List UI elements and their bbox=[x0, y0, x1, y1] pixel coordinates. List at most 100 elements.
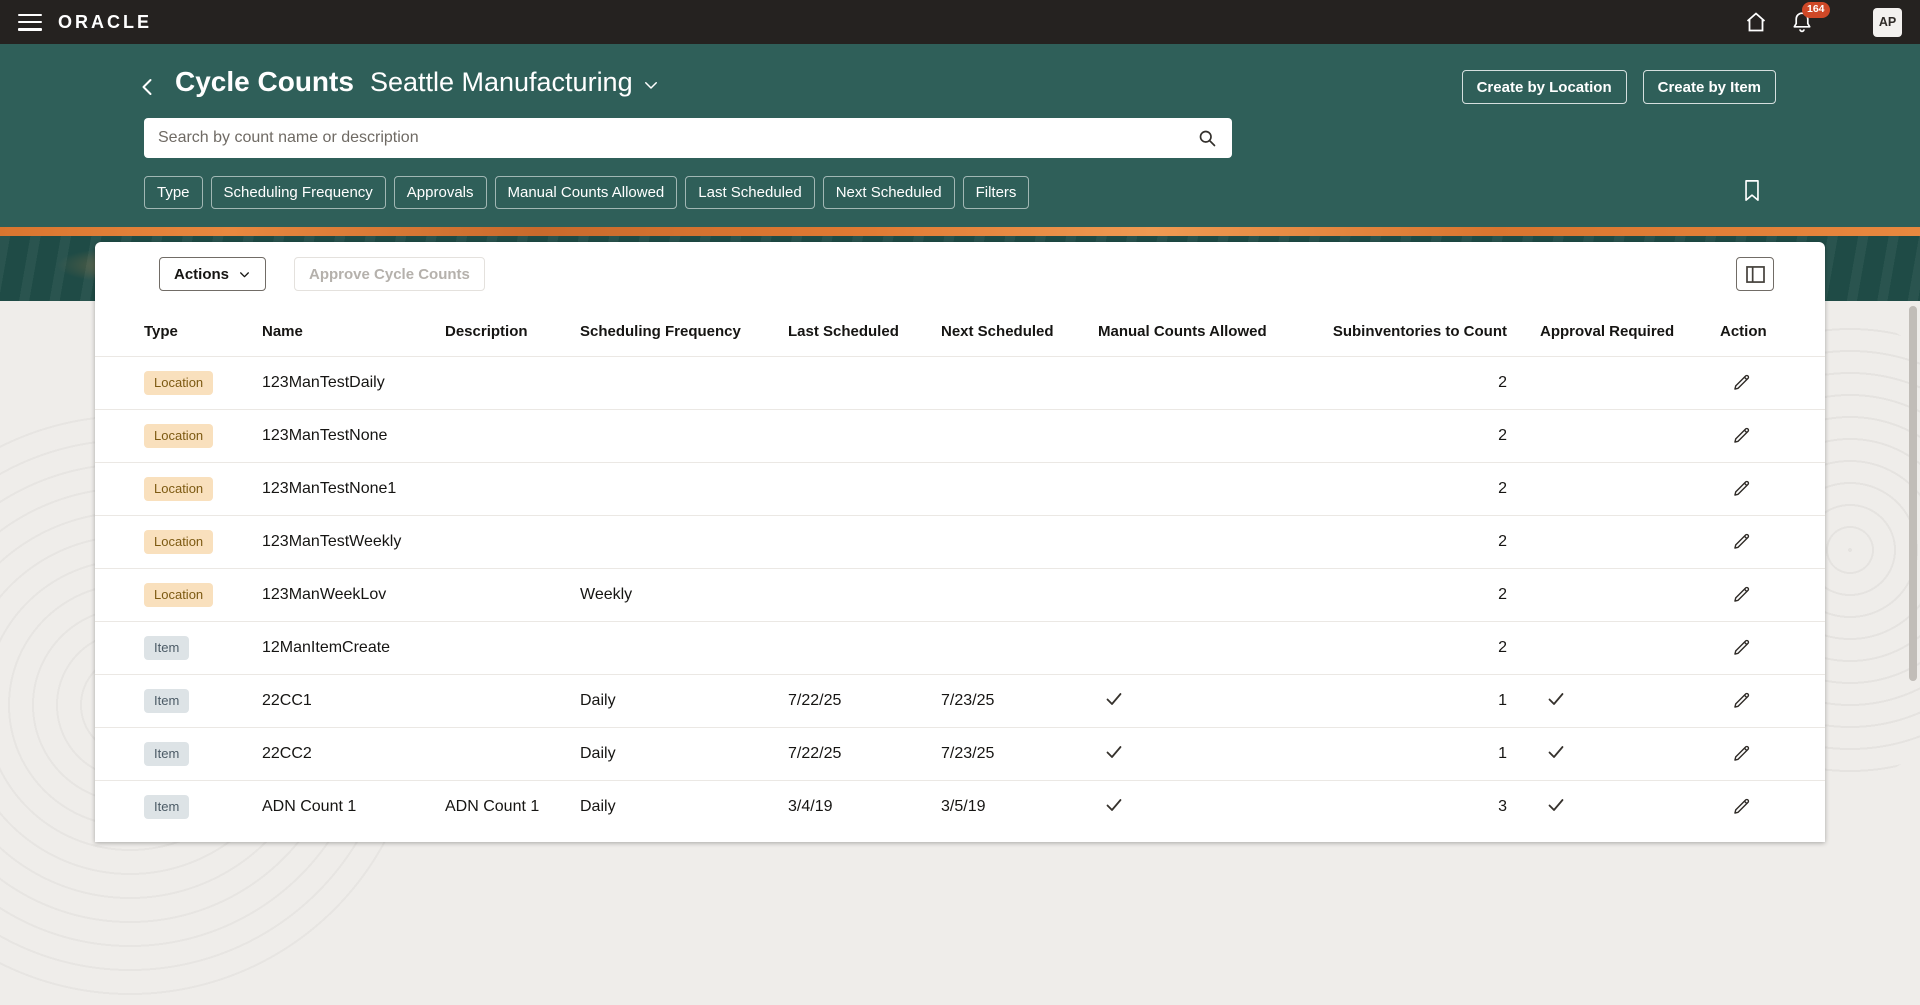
column-header-type[interactable]: Type bbox=[144, 323, 262, 340]
edit-pencil-icon[interactable] bbox=[1728, 687, 1755, 714]
column-header-manual-counts-allowed[interactable]: Manual Counts Allowed bbox=[1098, 323, 1327, 340]
create-by-location-button[interactable]: Create by Location bbox=[1462, 70, 1627, 104]
menu-icon[interactable] bbox=[18, 14, 42, 31]
approval-cell bbox=[1540, 480, 1720, 499]
last-scheduled: 7/22/25 bbox=[788, 692, 941, 710]
type-cell: Item bbox=[144, 636, 262, 660]
edit-pencil-icon[interactable] bbox=[1728, 528, 1755, 555]
edit-pencil-icon[interactable] bbox=[1728, 793, 1755, 820]
table-row[interactable]: Location 123ManTestNone1 2 bbox=[95, 462, 1825, 515]
table-row[interactable]: Location 123ManTestDaily 2 bbox=[95, 356, 1825, 409]
avatar[interactable]: AP bbox=[1873, 8, 1902, 37]
subinventories-count: 2 bbox=[1327, 639, 1540, 657]
edit-pencil-icon[interactable] bbox=[1728, 740, 1755, 767]
table-row[interactable]: Item 12ManItemCreate 2 bbox=[95, 621, 1825, 674]
edit-pencil-icon[interactable] bbox=[1728, 581, 1755, 608]
edit-pencil-icon[interactable] bbox=[1728, 634, 1755, 661]
approval-cell bbox=[1540, 374, 1720, 393]
column-header-last-scheduled[interactable]: Last Scheduled bbox=[788, 323, 941, 340]
action-cell bbox=[1720, 634, 1815, 663]
app-header: ORACLE 164 AP bbox=[0, 0, 1920, 44]
edit-pencil-icon[interactable] bbox=[1728, 422, 1755, 449]
approval-cell bbox=[1540, 533, 1720, 552]
column-header-scheduling-frequency[interactable]: Scheduling Frequency bbox=[580, 323, 788, 340]
approval-cell bbox=[1540, 586, 1720, 605]
filter-chip-filters[interactable]: Filters bbox=[963, 176, 1030, 209]
approve-cycle-counts-button[interactable]: Approve Cycle Counts bbox=[294, 257, 485, 291]
manual-counts-cell bbox=[1098, 586, 1327, 605]
action-cell bbox=[1720, 528, 1815, 557]
column-header-approval-required[interactable]: Approval Required bbox=[1540, 323, 1720, 340]
manage-columns-icon[interactable] bbox=[1736, 257, 1774, 291]
org-context-label: Seattle Manufacturing bbox=[370, 67, 633, 98]
results-panel: Actions Approve Cycle Counts TypeNameDes… bbox=[95, 242, 1825, 842]
filter-chip-next-scheduled[interactable]: Next Scheduled bbox=[823, 176, 955, 209]
table-row[interactable]: Item 22CC1 Daily 7/22/25 7/23/25 1 bbox=[95, 674, 1825, 727]
subinventories-count: 2 bbox=[1327, 533, 1540, 551]
header-buttons: Create by Location Create by Item bbox=[1462, 70, 1776, 104]
manual-counts-check bbox=[1106, 692, 1122, 706]
manual-counts-check bbox=[1106, 798, 1122, 812]
column-header-name[interactable]: Name bbox=[262, 323, 445, 340]
type-cell: Location bbox=[144, 424, 262, 448]
filter-chip-approvals[interactable]: Approvals bbox=[394, 176, 487, 209]
manual-counts-cell bbox=[1098, 639, 1327, 658]
chevron-down-icon bbox=[238, 268, 251, 281]
table-row[interactable]: Item 22CC2 Daily 7/22/25 7/23/25 1 bbox=[95, 727, 1825, 780]
type-badge: Location bbox=[144, 371, 213, 395]
edit-pencil-icon[interactable] bbox=[1728, 475, 1755, 502]
manual-counts-cell bbox=[1098, 427, 1327, 446]
table-row[interactable]: Location 123ManWeekLov Weekly 2 bbox=[95, 568, 1825, 621]
type-badge: Location bbox=[144, 424, 213, 448]
bookmark-icon[interactable] bbox=[1741, 178, 1765, 204]
count-description: ADN Count 1 bbox=[445, 798, 580, 816]
filter-chip-type[interactable]: Type bbox=[144, 176, 203, 209]
table-toolbar: Actions Approve Cycle Counts bbox=[95, 242, 1825, 291]
column-header-action[interactable]: Action bbox=[1720, 323, 1815, 340]
notifications-bell-icon[interactable]: 164 bbox=[1787, 7, 1817, 37]
manual-counts-cell bbox=[1098, 533, 1327, 552]
edit-pencil-icon[interactable] bbox=[1728, 369, 1755, 396]
approval-check bbox=[1548, 798, 1564, 812]
manual-counts-cell bbox=[1098, 374, 1327, 393]
search-icon[interactable] bbox=[1197, 128, 1217, 148]
back-button[interactable] bbox=[134, 74, 162, 102]
column-header-subinventories-to-count[interactable]: Subinventories to Count bbox=[1327, 323, 1540, 340]
column-header-description[interactable]: Description bbox=[445, 323, 580, 340]
create-by-item-button[interactable]: Create by Item bbox=[1643, 70, 1776, 104]
search-input[interactable] bbox=[144, 118, 1232, 158]
approval-cell bbox=[1540, 798, 1720, 817]
org-context-switcher[interactable]: Seattle Manufacturing bbox=[370, 67, 660, 98]
column-header-next-scheduled[interactable]: Next Scheduled bbox=[941, 323, 1098, 340]
table-row[interactable]: Location 123ManTestNone 2 bbox=[95, 409, 1825, 462]
approval-cell bbox=[1540, 427, 1720, 446]
page-header: Cycle Counts Seattle Manufacturing Creat… bbox=[0, 44, 1920, 227]
next-scheduled: 7/23/25 bbox=[941, 745, 1098, 763]
type-badge: Location bbox=[144, 530, 213, 554]
table-header-row: TypeNameDescriptionScheduling FrequencyL… bbox=[95, 306, 1825, 356]
count-name: 22CC2 bbox=[262, 745, 445, 763]
table-row[interactable]: Item ADN Count 1 ADN Count 1 Daily 3/4/1… bbox=[95, 780, 1825, 833]
next-scheduled: 7/23/25 bbox=[941, 692, 1098, 710]
count-name: 22CC1 bbox=[262, 692, 445, 710]
subinventories-count: 2 bbox=[1327, 586, 1540, 604]
vertical-scrollbar[interactable] bbox=[1909, 306, 1917, 681]
filter-chip-last-scheduled[interactable]: Last Scheduled bbox=[685, 176, 814, 209]
manual-counts-cell bbox=[1098, 745, 1327, 764]
type-badge: Location bbox=[144, 477, 213, 501]
filter-chip-manual-counts-allowed[interactable]: Manual Counts Allowed bbox=[495, 176, 678, 209]
banner-orange-stripe bbox=[0, 227, 1920, 236]
home-icon[interactable] bbox=[1741, 7, 1771, 37]
type-cell: Item bbox=[144, 795, 262, 819]
filter-chip-scheduling-frequency[interactable]: Scheduling Frequency bbox=[211, 176, 386, 209]
table-row[interactable]: Location 123ManTestWeekly 2 bbox=[95, 515, 1825, 568]
actions-menu-button[interactable]: Actions bbox=[159, 257, 266, 291]
chevron-down-icon bbox=[642, 76, 660, 94]
filter-chips: TypeScheduling FrequencyApprovalsManual … bbox=[144, 176, 1029, 209]
action-cell bbox=[1720, 740, 1815, 769]
count-name: 123ManTestNone1 bbox=[262, 480, 445, 498]
title-row: Cycle Counts Seattle Manufacturing bbox=[175, 66, 660, 98]
cycle-counts-table: TypeNameDescriptionScheduling FrequencyL… bbox=[95, 306, 1825, 833]
count-name: ADN Count 1 bbox=[262, 798, 445, 816]
approval-cell bbox=[1540, 639, 1720, 658]
